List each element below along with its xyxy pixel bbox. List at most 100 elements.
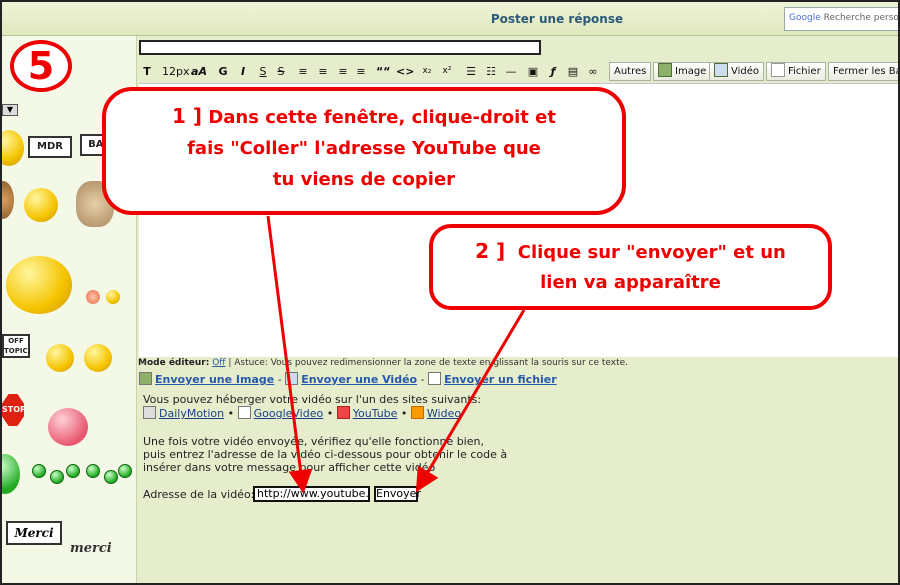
align-right-icon[interactable]: ≡ bbox=[335, 62, 351, 81]
callout-step-2: 2 ] Clique sur "envoyer" et un lien va a… bbox=[429, 224, 832, 310]
callout-step-1-text: Dans cette fenêtre, clique-droit et bbox=[208, 107, 556, 128]
justify-icon[interactable]: ≡ bbox=[353, 62, 369, 81]
italic-button[interactable]: I bbox=[235, 62, 251, 81]
green-ball-icon[interactable] bbox=[104, 470, 118, 484]
toolbar-video-label: Vidéo bbox=[731, 66, 760, 77]
monkey-smiley-icon[interactable] bbox=[2, 181, 14, 219]
upload-image-link[interactable]: Envoyer une Image bbox=[155, 373, 274, 386]
font-icon[interactable]: T bbox=[139, 62, 155, 81]
callout-step-1-line: fais "Coller" l'adresse YouTube que bbox=[187, 138, 541, 159]
green-ball-icon[interactable] bbox=[32, 464, 46, 478]
upload-video-link[interactable]: Envoyer une Vidéo bbox=[301, 373, 417, 386]
bullet-list-icon[interactable]: ☰ bbox=[463, 62, 479, 81]
upload-file-link[interactable]: Envoyer un fichier bbox=[444, 373, 557, 386]
toolbar-fichier-button[interactable]: Fichier bbox=[766, 62, 826, 81]
sign-stop[interactable]: STOP bbox=[2, 394, 24, 426]
numbered-list-icon[interactable]: ☷ bbox=[483, 62, 499, 81]
video-address-input[interactable]: http://www.youtube.com bbox=[253, 486, 370, 502]
callout-step-1-line: 1 ] Dans cette fenêtre, clique-droit et bbox=[106, 101, 622, 133]
small-smiley-icon[interactable] bbox=[86, 290, 100, 304]
video-instructions: Une fois votre vidéo envoyée, vérifiez q… bbox=[143, 435, 523, 474]
font-style-button[interactable]: aA bbox=[189, 62, 209, 81]
toolbar-image-label: Image bbox=[675, 66, 707, 77]
quote-button[interactable]: ““ bbox=[375, 62, 391, 81]
editor-mode-toggle[interactable]: Off bbox=[212, 358, 225, 368]
font-size-select[interactable]: 12px bbox=[161, 62, 190, 81]
dailymotion-icon bbox=[143, 406, 156, 419]
green-ball-icon[interactable] bbox=[118, 464, 132, 478]
callout-step-2-line: lien va apparaître bbox=[540, 272, 721, 293]
code-button[interactable]: <> bbox=[395, 62, 415, 81]
editor-help-line: Mode éditeur: Off | Astuce: Vous pouvez … bbox=[138, 358, 628, 368]
horizontal-rule-icon[interactable]: — bbox=[503, 62, 519, 81]
sign-merci[interactable]: Merci bbox=[6, 521, 62, 545]
laughing-smiley-icon[interactable] bbox=[6, 256, 72, 314]
toolbar-autres-button[interactable]: Autres bbox=[609, 62, 652, 81]
image-upload-icon bbox=[139, 372, 152, 385]
angry-smiley-icon[interactable] bbox=[46, 344, 74, 372]
link-separator: - bbox=[274, 373, 286, 386]
site-dailymotion-link[interactable]: DailyMotion bbox=[159, 407, 224, 420]
align-center-icon[interactable]: ≡ bbox=[315, 62, 331, 81]
search-placeholder: Recherche personnalisée bbox=[823, 13, 899, 23]
wideo-icon bbox=[410, 406, 424, 419]
site-googlevideo-link[interactable]: GoogleVideo bbox=[254, 407, 324, 420]
video-sites-list: DailyMotion • GoogleVideo • YouTube • Wi… bbox=[143, 406, 461, 420]
video-insert-icon[interactable]: ▤ bbox=[565, 62, 581, 81]
pink-smiley-icon[interactable] bbox=[48, 408, 88, 446]
smiley-category-select[interactable]: ▼ bbox=[2, 104, 18, 116]
green-ball-icon[interactable] bbox=[86, 464, 100, 478]
video-instructions-line: insérer dans votre message pour afficher… bbox=[143, 461, 436, 474]
toolbar-close-smileys-button[interactable]: Fermer les Bali bbox=[828, 62, 898, 81]
site-wideo-link[interactable]: Wideo bbox=[427, 407, 461, 420]
site-youtube-link[interactable]: YouTube bbox=[353, 407, 398, 420]
upload-links: Envoyer une Image - Envoyer une Vidéo - … bbox=[139, 372, 557, 386]
exclaim-smiley-icon[interactable] bbox=[106, 290, 120, 304]
page-title: Poster une réponse bbox=[490, 12, 624, 26]
underline-button[interactable]: S bbox=[255, 62, 271, 81]
worried-smiley-icon[interactable] bbox=[84, 344, 112, 372]
video-intro: Vous pouvez héberger votre vidéo sur l'u… bbox=[143, 393, 482, 406]
video-address-label: Adresse de la vidéo: bbox=[143, 488, 255, 501]
google-logo: Google bbox=[789, 13, 821, 23]
callout-step-2-text: Clique sur "envoyer" et un bbox=[517, 242, 786, 263]
resize-tip: | Astuce: Vous pouvez redimensionner la … bbox=[225, 358, 629, 368]
strike-button[interactable]: S bbox=[273, 62, 289, 81]
green-ball-icon[interactable] bbox=[66, 464, 80, 478]
align-left-icon[interactable]: ≡ bbox=[295, 62, 311, 81]
youtube-icon bbox=[336, 406, 350, 419]
subscript-button[interactable]: x₂ bbox=[419, 62, 435, 81]
superscript-button[interactable]: x² bbox=[439, 62, 455, 81]
editor-toolbar: T 12px aA G I S S ≡ ≡ ≡ ≡ ““ <> x₂ x² ☰ … bbox=[139, 62, 898, 82]
header-bar: Poster une réponse Google Recherche pers… bbox=[2, 2, 899, 36]
clapping-smiley-icon[interactable] bbox=[2, 130, 24, 166]
screenshot-frame: Poster une réponse Google Recherche pers… bbox=[0, 0, 900, 585]
subject-input[interactable] bbox=[139, 40, 541, 55]
toolbar-image-button[interactable]: Image bbox=[653, 62, 712, 81]
image-insert-icon[interactable]: ▣ bbox=[525, 62, 541, 81]
green-smiley-icon[interactable] bbox=[2, 454, 20, 494]
flash-icon[interactable]: ƒ bbox=[545, 62, 561, 81]
google-search-input[interactable]: Google Recherche personnalisée bbox=[784, 7, 899, 31]
editor-mode-label: Mode éditeur: bbox=[138, 358, 210, 368]
callout-step-1: 1 ] Dans cette fenêtre, clique-droit et … bbox=[102, 87, 626, 215]
step-number-badge: 5 bbox=[10, 40, 72, 92]
sign-offtopic[interactable]: OFF TOPIC! bbox=[2, 334, 31, 358]
toolbar-fichier-label: Fichier bbox=[788, 66, 821, 77]
video-upload-icon bbox=[285, 372, 299, 385]
video-icon bbox=[714, 63, 728, 77]
image-icon bbox=[658, 63, 672, 77]
callout-step-1-line: tu viens de copier bbox=[272, 169, 456, 190]
callout-step-2-number: 2 ] bbox=[475, 239, 506, 263]
video-instructions-line: Une fois votre vidéo envoyée, vérifiez q… bbox=[143, 435, 484, 448]
merci-text[interactable]: merci bbox=[70, 541, 112, 556]
link-icon[interactable]: ∞ bbox=[585, 62, 601, 81]
send-video-button[interactable]: Envoyer bbox=[374, 486, 421, 502]
sign-mdr[interactable]: MDR bbox=[28, 136, 72, 158]
bold-button[interactable]: G bbox=[215, 62, 231, 81]
file-icon bbox=[771, 63, 785, 77]
toolbar-video-button[interactable]: Vidéo bbox=[709, 62, 765, 81]
googlevideo-icon bbox=[237, 406, 251, 419]
grin-smiley-icon[interactable] bbox=[24, 188, 58, 222]
green-ball-icon[interactable] bbox=[50, 470, 64, 484]
